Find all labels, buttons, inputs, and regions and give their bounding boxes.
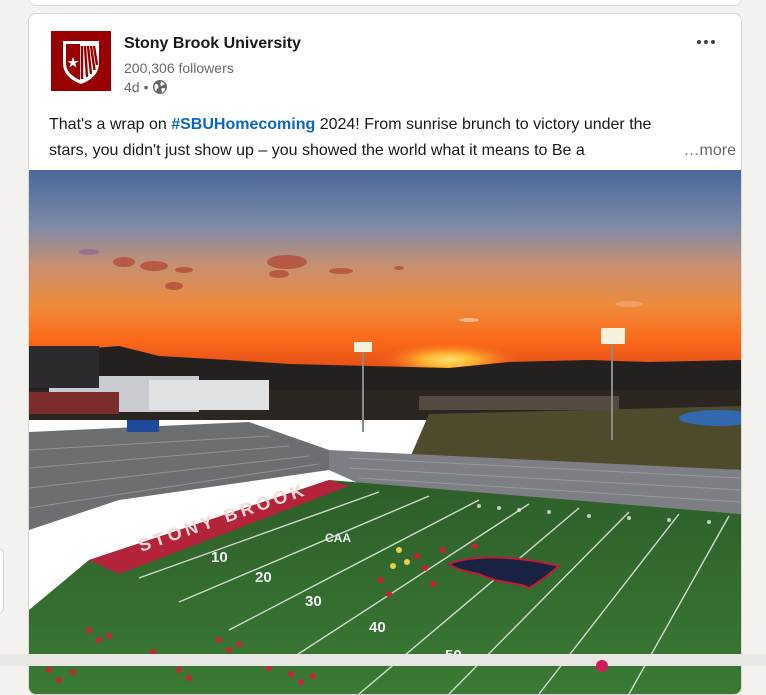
sunset-sky xyxy=(29,170,741,370)
yard-number: 20 xyxy=(255,569,272,586)
post-text-segment: That's a wrap on xyxy=(49,116,172,133)
post-text: That's a wrap on #SBUHomecoming 2024! Fr… xyxy=(49,112,736,164)
university-logo[interactable] xyxy=(51,31,111,91)
campus-building xyxy=(149,380,269,410)
yard-number: 30 xyxy=(305,593,322,610)
post-text-segment: 2024! From sunrise brunch to victory und… xyxy=(315,116,652,133)
bottom-strip xyxy=(0,654,766,666)
notification-dot xyxy=(596,660,608,672)
author-name[interactable]: Stony Brook University xyxy=(124,35,301,53)
more-horizontal-icon xyxy=(697,40,701,44)
parking-lot xyxy=(419,396,619,410)
campus-building xyxy=(29,346,99,388)
yard-number: 10 xyxy=(211,549,228,566)
previous-post-card xyxy=(28,0,742,6)
meta-separator: • xyxy=(143,79,149,95)
post-text-line-2: stars, you didn't just show up – you sho… xyxy=(49,138,736,164)
post-meta: 4d • xyxy=(124,79,168,95)
campus-building xyxy=(29,392,119,414)
scoreboard xyxy=(127,420,159,432)
timestamp: 4d xyxy=(124,79,140,95)
post-text-segment: stars, you didn't just show up – you sho… xyxy=(49,142,585,159)
side-panel-tab[interactable] xyxy=(0,548,4,614)
see-more-button[interactable]: …more xyxy=(679,138,736,164)
yard-number: 40 xyxy=(369,619,386,636)
conference-logo: CAA xyxy=(325,531,351,545)
globe-icon xyxy=(153,80,168,94)
shield-logo-icon xyxy=(63,41,99,84)
more-options-button[interactable] xyxy=(693,32,719,52)
follower-count: 200,306 followers xyxy=(124,60,234,76)
post-text-line-1: That's a wrap on #SBUHomecoming 2024! Fr… xyxy=(49,112,709,138)
post-image[interactable]: STONY BROOK 10 20 30 40 50 CAA GO SEAWOL… xyxy=(29,170,741,694)
hashtag-link[interactable]: #SBUHomecoming xyxy=(171,116,315,133)
post-card: Stony Brook University 200,306 followers… xyxy=(28,13,742,695)
